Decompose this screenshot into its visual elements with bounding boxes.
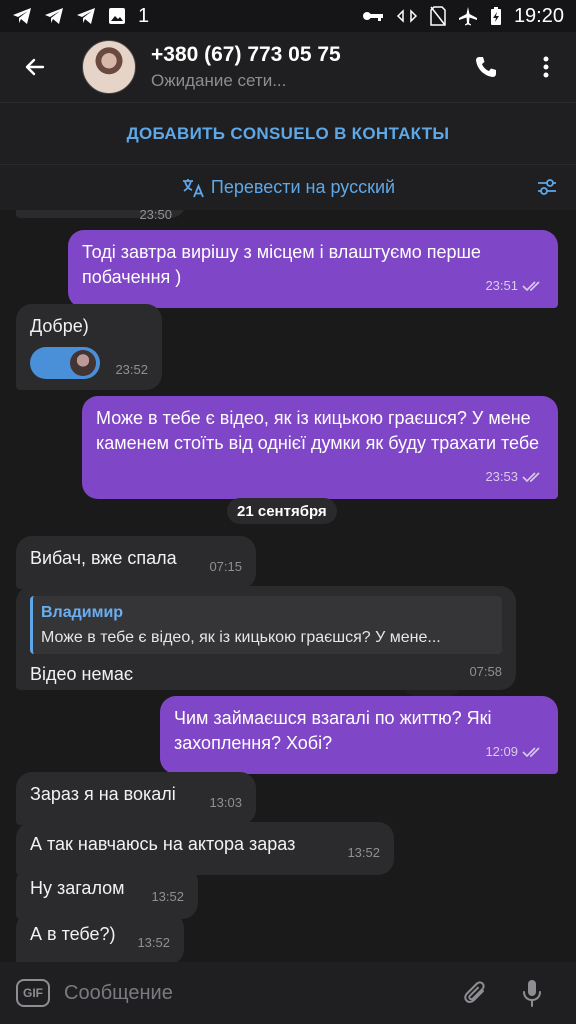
message-incoming[interactable]: Зараз я на вокалі 13:03 bbox=[16, 772, 256, 825]
back-button[interactable] bbox=[0, 55, 70, 79]
message-text: Відео немає bbox=[30, 664, 134, 684]
translate-icon bbox=[182, 178, 204, 197]
date-separator: 21 сентября bbox=[227, 498, 337, 524]
message-composer: GIF bbox=[0, 962, 576, 1024]
message-time: 13:52 bbox=[151, 889, 184, 904]
message-time: 23:51 bbox=[485, 278, 518, 293]
telegram-icon bbox=[45, 8, 63, 24]
reply-author: Владимир bbox=[41, 604, 124, 621]
no-sim-icon bbox=[430, 6, 446, 26]
message-outgoing[interactable]: Тоді завтра вирішу з місцем і влаштуємо … bbox=[68, 230, 558, 308]
message-time: 23:52 bbox=[115, 362, 148, 377]
clock: 19:20 bbox=[513, 4, 564, 27]
media-attachment[interactable] bbox=[30, 347, 100, 379]
message-incoming[interactable]: Вибач, вже спала 07:15 bbox=[16, 536, 256, 589]
voice-record-button[interactable] bbox=[504, 978, 560, 1008]
double-check-icon bbox=[522, 280, 540, 291]
message-time: 23:53 bbox=[485, 469, 518, 484]
image-icon bbox=[109, 8, 125, 24]
airplane-icon bbox=[458, 7, 477, 26]
chat-title: +380 (67) 773 05 75 bbox=[151, 43, 341, 66]
status-bar: 1 19:20 bbox=[0, 0, 576, 32]
message-input[interactable] bbox=[64, 973, 448, 1013]
message-meta: 23:51 bbox=[485, 273, 544, 298]
chat-status: Ожидание сети... bbox=[151, 71, 287, 90]
telegram-icon bbox=[77, 8, 95, 24]
data-arrows-icon bbox=[396, 9, 417, 23]
translate-label: Перевести на русский bbox=[210, 177, 396, 197]
battery-icon bbox=[490, 7, 501, 25]
translate-bar: Перевести на русский bbox=[0, 164, 576, 210]
message-time: 07:58 bbox=[469, 664, 502, 679]
message-text: Зараз я на вокалі bbox=[30, 784, 176, 804]
phone-icon bbox=[476, 57, 496, 77]
message-text: Тоді завтра вирішу з місцем і влаштуємо … bbox=[82, 242, 481, 287]
call-button[interactable] bbox=[456, 55, 516, 79]
double-check-icon bbox=[522, 471, 540, 482]
message-outgoing[interactable]: Може в тебе є відео, як із кицькою граєш… bbox=[82, 396, 558, 499]
more-menu-button[interactable] bbox=[516, 56, 576, 78]
message-text: Вибач, вже спала bbox=[30, 548, 177, 568]
message-text: А так навчаюсь на актора зараз bbox=[30, 834, 296, 854]
message-incoming[interactable]: Добре) 23:52 bbox=[16, 304, 162, 390]
avatar[interactable] bbox=[82, 40, 136, 94]
message-incoming[interactable]: Владимир Може в тебе є відео, як із киць… bbox=[16, 586, 516, 690]
message-outgoing[interactable]: Чим займаєшся взагалі по життю? Які захо… bbox=[160, 696, 558, 774]
chat-header: +380 (67) 773 05 75 Ожидание сети... bbox=[0, 32, 576, 102]
message-text: А в тебе?) bbox=[30, 924, 116, 944]
arrow-left-icon bbox=[25, 58, 45, 76]
attach-button[interactable] bbox=[448, 979, 504, 1007]
double-check-icon bbox=[522, 746, 540, 757]
sliders-icon bbox=[538, 179, 556, 195]
message-time: 13:52 bbox=[347, 845, 380, 860]
add-contact-button[interactable]: ДОБАВИТЬ CONSUELO В КОНТАКТЫ bbox=[0, 102, 576, 164]
chat-title-block[interactable]: +380 (67) 773 05 75 Ожидание сети... bbox=[151, 43, 456, 91]
more-vertical-icon bbox=[543, 56, 549, 78]
message-incoming-partial[interactable]: 23:50 bbox=[16, 210, 186, 222]
status-right: 19:20 bbox=[362, 5, 564, 28]
message-time: 13:52 bbox=[137, 935, 170, 950]
message-time: 12:09 bbox=[485, 744, 518, 759]
message-time: 23:50 bbox=[139, 210, 172, 222]
reply-text: Може в тебе є відео, як із кицькою граєш… bbox=[41, 629, 441, 646]
translate-settings-button[interactable] bbox=[536, 176, 558, 203]
paperclip-icon bbox=[464, 981, 485, 1003]
notification-count: 1 bbox=[138, 4, 150, 27]
message-time: 13:03 bbox=[209, 795, 242, 810]
microphone-icon bbox=[523, 980, 541, 1007]
telegram-icon bbox=[13, 8, 31, 24]
status-left: 1 bbox=[12, 5, 149, 28]
message-text: Ну загалом bbox=[30, 878, 125, 898]
translate-button[interactable]: Перевести на русский bbox=[181, 177, 395, 199]
message-meta: 12:09 bbox=[485, 739, 544, 764]
message-time: 07:15 bbox=[209, 559, 242, 574]
message-text: Може в тебе є відео, як із кицькою граєш… bbox=[96, 408, 539, 453]
message-meta: 23:53 bbox=[485, 464, 544, 489]
message-incoming[interactable]: А в тебе?) 13:52 bbox=[16, 912, 184, 962]
message-list[interactable]: 23:50 Тоді завтра вирішу з місцем і влаш… bbox=[0, 210, 576, 962]
media-thumbnail bbox=[70, 350, 96, 376]
message-text: Чим займаєшся взагалі по життю? Які захо… bbox=[174, 708, 492, 753]
reply-quote[interactable]: Владимир Може в тебе є відео, як із киць… bbox=[30, 596, 502, 654]
key-icon bbox=[362, 12, 383, 21]
message-text: Добре) bbox=[30, 316, 89, 336]
gif-button[interactable]: GIF bbox=[16, 979, 50, 1007]
